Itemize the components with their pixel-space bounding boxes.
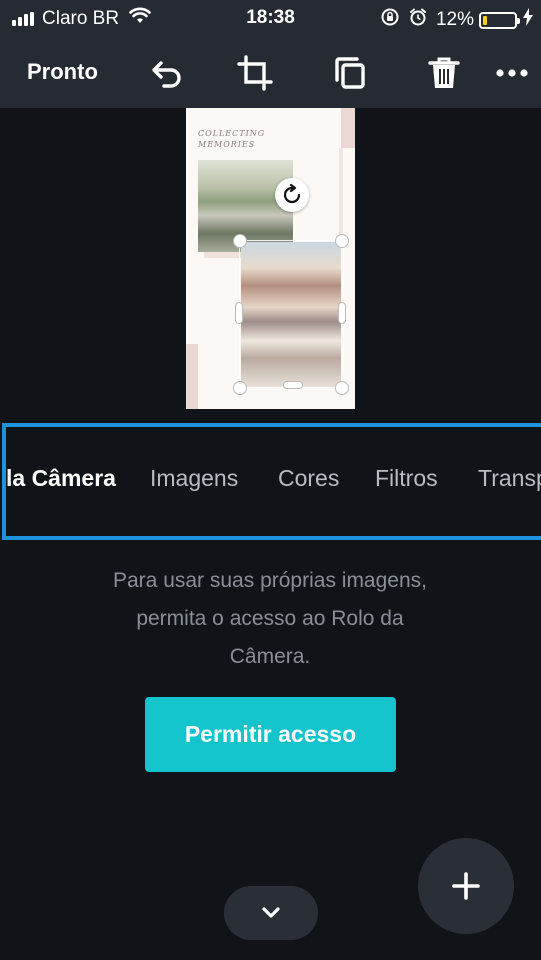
done-button[interactable]: Pronto	[27, 59, 98, 85]
collapse-panel-button[interactable]	[224, 886, 318, 940]
resize-handle[interactable]	[233, 381, 247, 395]
battery-icon	[479, 11, 520, 29]
battery-percent: 12%	[435, 9, 474, 30]
status-right: 12%	[380, 7, 533, 33]
tab-transparency[interactable]: Transp	[478, 465, 541, 492]
undo-icon[interactable]	[148, 54, 186, 92]
allow-access-button[interactable]: Permitir acesso	[145, 697, 396, 772]
resize-handle[interactable]	[233, 234, 247, 248]
tab-colors[interactable]: Cores	[278, 465, 339, 492]
resize-handle[interactable]	[335, 381, 349, 395]
add-button[interactable]	[418, 838, 514, 934]
orientation-lock-icon	[380, 7, 400, 33]
tab-images[interactable]: Imagens	[150, 465, 238, 492]
media-tab-bar: la Câmera Imagens Cores Filtros Transp	[2, 423, 541, 540]
trash-icon[interactable]	[425, 54, 463, 92]
decor-block	[186, 344, 198, 409]
decor-block	[341, 108, 355, 148]
resize-handle[interactable]	[335, 234, 349, 248]
screen: Claro BR 18:38 12% Pronto COLLECTING MEM…	[0, 0, 541, 960]
decor-block	[339, 148, 343, 243]
battery-fill	[483, 15, 487, 25]
editor-toolbar: Pronto	[0, 36, 541, 108]
permission-line: permita o acesso ao Rolo da	[136, 607, 404, 630]
tab-filters[interactable]: Filtros	[375, 465, 438, 492]
resize-handle[interactable]	[283, 381, 303, 389]
tab-camera-roll[interactable]: la Câmera	[6, 465, 116, 492]
permission-message: Para usar suas próprias imagens, permita…	[60, 562, 480, 676]
resize-handle[interactable]	[235, 302, 243, 324]
selection-frame	[239, 240, 344, 390]
rotate-icon[interactable]	[275, 178, 309, 212]
permission-line: Para usar suas próprias imagens,	[113, 569, 427, 592]
canvas-heading-line1: COLLECTING	[198, 129, 266, 138]
permission-line: Câmera.	[229, 645, 311, 668]
chevron-down-icon	[262, 907, 280, 918]
duplicate-icon[interactable]	[330, 54, 368, 92]
resize-handle[interactable]	[338, 302, 346, 324]
more-icon[interactable]	[494, 54, 532, 92]
crop-icon[interactable]	[236, 54, 274, 92]
decor-block	[204, 252, 244, 258]
status-bar: Claro BR 18:38 12%	[0, 0, 541, 36]
charging-icon	[523, 8, 533, 32]
plus-icon	[452, 872, 480, 900]
alarm-icon	[408, 7, 428, 33]
canvas-heading[interactable]: COLLECTING MEMORIES	[198, 128, 265, 150]
canvas-heading-line2: MEMORIES	[198, 140, 256, 149]
